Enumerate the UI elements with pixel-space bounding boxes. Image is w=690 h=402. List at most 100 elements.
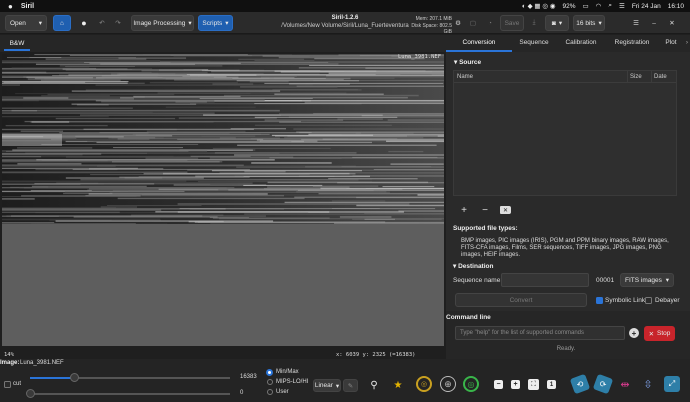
chevron-down-icon: ▾	[335, 382, 340, 390]
viewer-status: 14% x: 6039 y: 2325 (=16383)	[0, 351, 446, 359]
photometry-icon[interactable]: ◎	[416, 376, 432, 392]
snapshot-button[interactable]: ◙ ▾	[545, 15, 569, 31]
battery-icon[interactable]: ▭	[583, 2, 589, 10]
zoom-in-icon[interactable]: +	[511, 380, 520, 389]
format-select[interactable]: FITS images ▾	[620, 273, 674, 287]
tab-conversion[interactable]: Conversion	[446, 35, 512, 52]
bit-depth-menu[interactable]: 16 bits ▾	[573, 15, 605, 31]
destination-section[interactable]: ▾ Destination	[453, 262, 493, 270]
convert-button[interactable]: Convert	[455, 293, 587, 307]
mirror-x-icon[interactable]: ⇹	[617, 376, 633, 392]
format-label: FITS images	[625, 276, 662, 284]
right-tabs: Conversion Sequence Calibration Registra…	[446, 35, 690, 52]
save-button[interactable]: Save	[500, 15, 524, 31]
radio-mips-label: MIPS-LO/HI	[276, 379, 309, 385]
remove-file-icon[interactable]: −	[480, 205, 490, 216]
record-icon: ●	[81, 18, 87, 28]
menu-button[interactable]: ☰	[630, 15, 642, 31]
symbolic-link-checkbox[interactable]	[596, 297, 603, 304]
scripts-menu[interactable]: Scripts ▾	[198, 15, 233, 31]
disk-space: Disk Space: 802.5 GiB	[411, 22, 452, 36]
home-icon: ⌂	[60, 19, 64, 27]
add-files-icon[interactable]: +	[459, 205, 469, 216]
tab-bw[interactable]: B&W	[4, 37, 30, 51]
app-menu[interactable]: Siril	[21, 3, 34, 10]
col-name[interactable]: Name	[457, 74, 473, 80]
tab-registration[interactable]: Registration	[606, 35, 658, 52]
zoom-out-icon[interactable]: −	[494, 380, 503, 389]
high-slider-fill	[30, 377, 74, 379]
search-icon[interactable]: ⌕	[608, 2, 612, 10]
file-list-header: Name Size Date	[454, 71, 676, 83]
color-picker-button[interactable]: ✎	[343, 379, 358, 392]
high-slider-handle[interactable]	[70, 373, 79, 382]
add-command-icon[interactable]: +	[629, 328, 639, 338]
radio-minmax-label: Min/Max	[276, 369, 299, 375]
bit-depth-label: 16 bits	[576, 19, 596, 27]
close-button[interactable]: ✕	[666, 15, 678, 31]
col-date[interactable]: Date	[651, 71, 667, 83]
tab-calibration[interactable]: Calibration	[556, 35, 606, 52]
globe-icon[interactable]: ⊕	[440, 376, 456, 392]
tabs-overflow-icon[interactable]: ›	[684, 35, 690, 52]
chevron-down-icon: ▾	[665, 277, 669, 284]
fullscreen-icon[interactable]: ⤢	[664, 376, 680, 392]
stop-button[interactable]: ✕ Stop	[644, 326, 675, 341]
tab-plot[interactable]: Plot	[658, 35, 684, 52]
source-file-list[interactable]: Name Size Date	[453, 70, 677, 196]
seq-name-input[interactable]	[501, 273, 589, 287]
cut-checkbox[interactable]	[4, 381, 11, 388]
low-value: 0	[240, 390, 244, 396]
col-size[interactable]: Size	[627, 71, 642, 83]
clear-list-icon[interactable]: ✕	[500, 206, 511, 214]
stop-icon: ✕	[648, 330, 655, 338]
zoom-fit-icon[interactable]: ⛶	[528, 379, 539, 390]
rotate-left-icon[interactable]: ⟲	[569, 373, 591, 395]
gear-icon: ⚙	[455, 20, 461, 27]
radio-minmax[interactable]	[266, 369, 273, 376]
target-icon[interactable]: ◎	[463, 376, 479, 392]
supported-title: Supported file types:	[453, 225, 518, 232]
image-processing-menu[interactable]: Image Processing ▾	[131, 15, 194, 31]
battery-percent[interactable]: 92%	[563, 3, 576, 10]
low-slider-handle[interactable]	[26, 389, 35, 398]
redo-button[interactable]: ↷	[111, 15, 125, 31]
save-as-button[interactable]: ⤓	[528, 15, 540, 31]
menubar-date[interactable]: Fri 24 Jan	[632, 3, 661, 10]
radio-user-label: User	[276, 389, 289, 395]
open-button[interactable]: Open ▾	[5, 15, 47, 31]
memory-settings-button[interactable]: ⚙	[454, 15, 462, 31]
stretch-select[interactable]: Linear ▾	[313, 379, 341, 392]
minimize-button[interactable]: –	[648, 15, 660, 31]
autostretch-icon[interactable]: ⚲	[366, 377, 382, 393]
folder-icon: ▢	[469, 20, 477, 27]
zoom-one-icon[interactable]: 1	[547, 380, 556, 389]
command-placeholder: Type "help" for the list of supported co…	[460, 330, 584, 336]
source-section[interactable]: ▾ Source	[454, 58, 481, 66]
debayer-checkbox[interactable]	[645, 297, 652, 304]
seq-number[interactable]: 00001	[596, 277, 614, 284]
stretch-label: Linear	[314, 382, 333, 389]
high-slider-track[interactable]	[30, 373, 230, 382]
rotate-right-icon[interactable]: ⟳	[592, 373, 614, 395]
apple-icon[interactable]: ●	[8, 2, 13, 11]
control-center-icon[interactable]: ☰	[619, 2, 625, 10]
home-button[interactable]: ⌂	[53, 15, 71, 31]
undo-button[interactable]: ↶	[95, 15, 109, 31]
command-input[interactable]: Type "help" for the list of supported co…	[455, 326, 625, 340]
hamburger-icon: ☰	[633, 20, 639, 27]
recent-button[interactable]: ◔	[483, 15, 497, 31]
menubar-time[interactable]: 16:10	[668, 3, 684, 10]
low-slider-track[interactable]	[26, 389, 230, 398]
mirror-y-icon[interactable]: ⇳	[640, 376, 656, 392]
tab-sequence[interactable]: Sequence	[512, 35, 556, 52]
star-icon[interactable]: ★	[390, 377, 406, 393]
radio-mips[interactable]	[267, 379, 273, 385]
zoom-level: 14%	[4, 352, 14, 358]
image-viewer[interactable]: Luna_3981.NEF	[2, 54, 444, 346]
livestack-button[interactable]: ●	[75, 15, 93, 31]
radio-user[interactable]	[267, 389, 273, 395]
wifi-icon[interactable]: ◠	[596, 2, 602, 10]
cwd-button[interactable]: ▢	[466, 15, 480, 31]
status-icons[interactable]: ◐ ◆ ▦ ◎ ◉	[522, 2, 556, 10]
